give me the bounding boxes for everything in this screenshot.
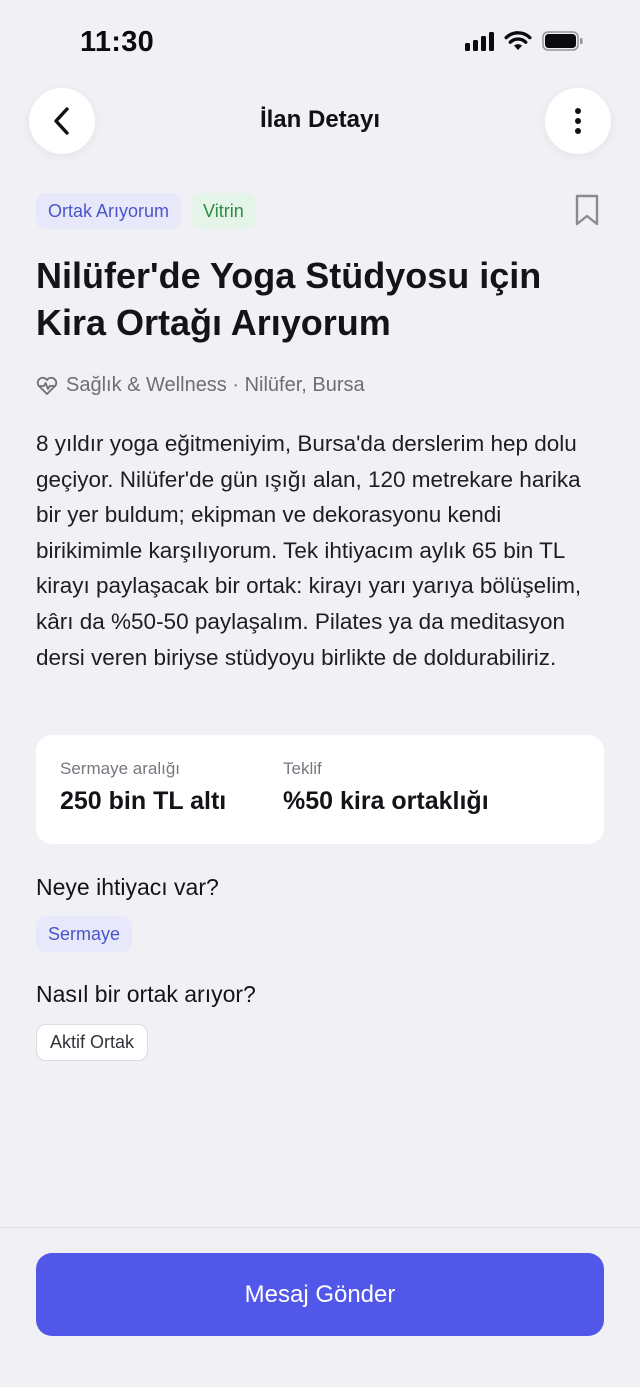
battery-icon xyxy=(542,30,584,52)
need-chip: Sermaye xyxy=(36,916,133,952)
tag-vitrin: Vitrin xyxy=(191,193,256,229)
listing-tags: Ortak Arıyorum Vitrin xyxy=(36,193,256,229)
send-message-button[interactable]: Mesaj Gönder xyxy=(36,1253,604,1336)
listing-description: 8 yıldır yoga eğitmeniyim, Bursa'da ders… xyxy=(36,431,582,670)
partner-type-heading: Nasıl bir ortak arıyor? xyxy=(36,981,256,1007)
bookmark-icon xyxy=(575,194,599,226)
listing-meta-text: Sağlık & Wellness · Nilüfer, Bursa xyxy=(66,374,365,396)
tag-ortak-ariyorum: Ortak Arıyorum xyxy=(36,193,182,229)
capital-range-label: Sermaye aralığı xyxy=(60,759,180,778)
status-bar: 11:30 xyxy=(0,0,640,84)
vertical-ellipsis-icon xyxy=(575,108,581,134)
heart-pulse-icon xyxy=(36,376,58,395)
more-options-button[interactable] xyxy=(545,88,611,154)
needs-heading: Neye ihtiyacı var? xyxy=(36,874,219,900)
status-time: 11:30 xyxy=(80,26,155,58)
offer-label: Teklif xyxy=(283,759,322,778)
cellular-signal-icon xyxy=(465,31,494,51)
capital-range: Sermaye aralığı 250 bin TL altı xyxy=(60,759,226,816)
page-title: İlan Detayı xyxy=(259,106,381,133)
listing-meta: Sağlık & Wellness · Nilüfer, Bursa xyxy=(36,374,365,397)
wifi-icon xyxy=(504,30,532,52)
summary-card: Sermaye aralığı 250 bin TL altı Teklif %… xyxy=(36,735,604,844)
listing-title: Nilüfer'de Yoga Stüdyosu için Kira Ortağ… xyxy=(36,255,542,343)
partner-type-chip: Aktif Ortak xyxy=(36,1024,149,1061)
listing-detail-screen: 11:30 İlan Detayı Ortak Arıyorum Vitrin … xyxy=(0,0,640,1387)
bookmark-button[interactable] xyxy=(574,193,600,227)
capital-range-value: 250 bin TL altı xyxy=(60,787,227,815)
offer-value: %50 kira ortaklığı xyxy=(283,787,489,815)
status-icons xyxy=(465,30,584,52)
offer: Teklif %50 kira ortaklığı xyxy=(283,759,489,816)
bottom-divider xyxy=(0,1227,640,1228)
